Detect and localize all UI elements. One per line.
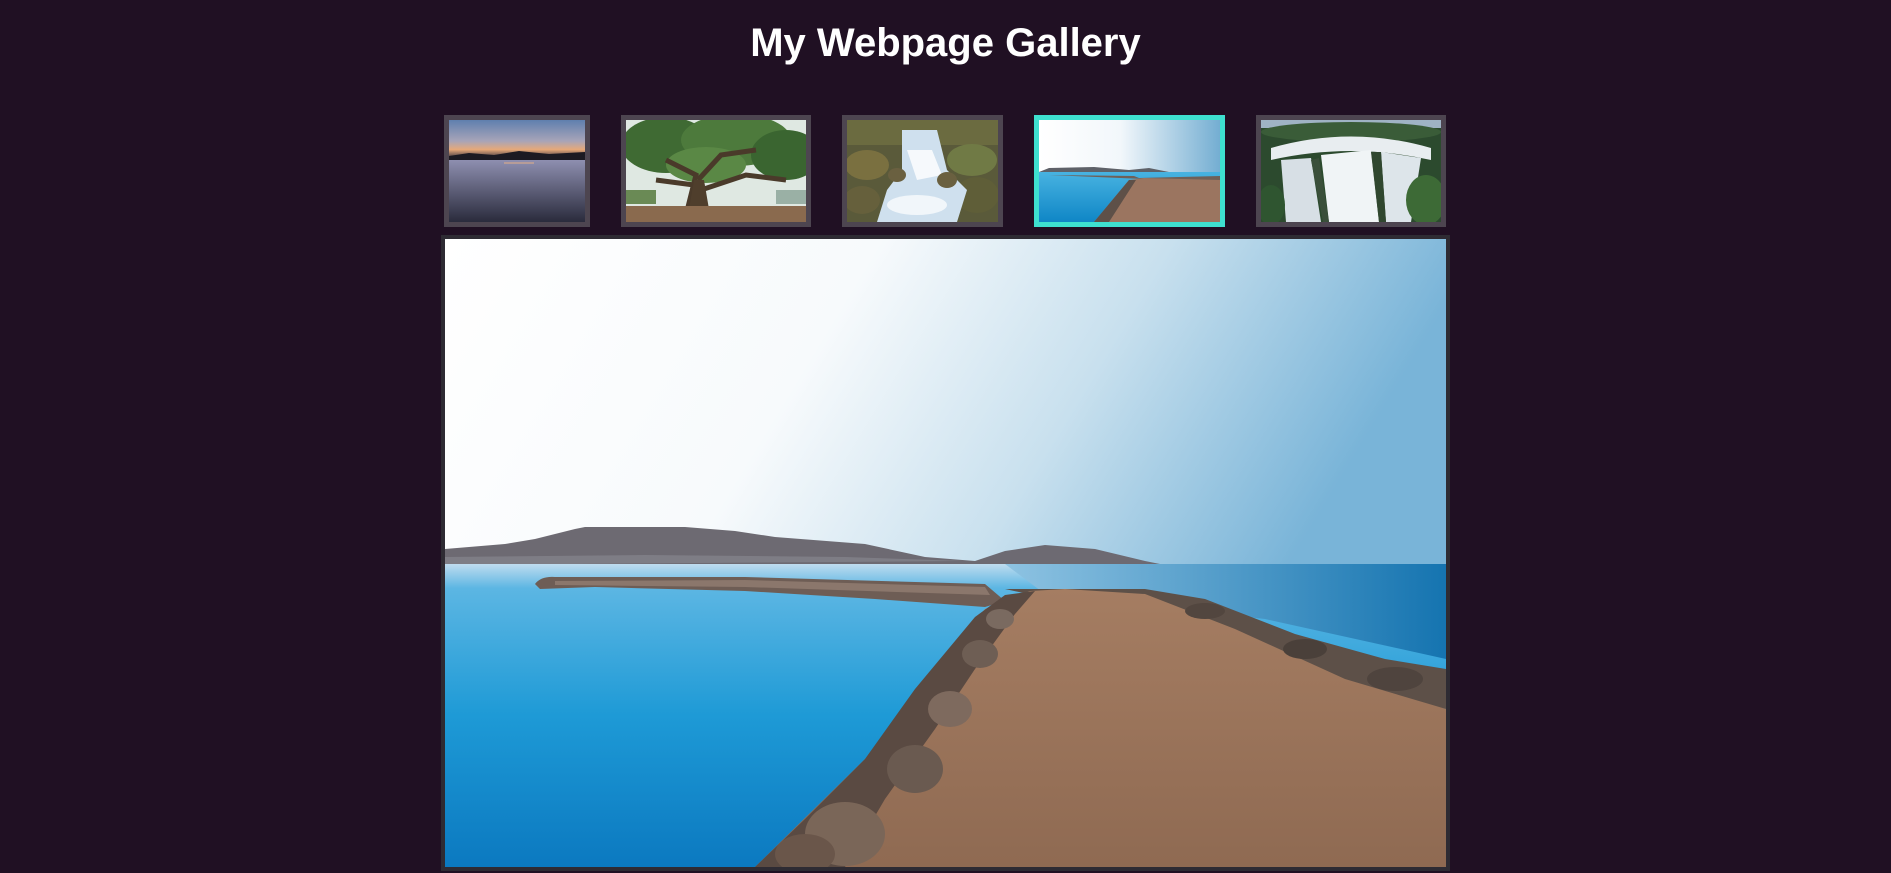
mossy-waterfall-image [847, 120, 998, 222]
thumbnail-lake-sunset[interactable] [444, 115, 590, 227]
thumbnail-seaside-jetty[interactable] [1034, 115, 1225, 227]
thumbnail-mossy-waterfall[interactable] [842, 115, 1003, 227]
wide-waterfall-image [1261, 120, 1441, 222]
seaside-jetty-thumb-image [1039, 120, 1220, 222]
lake-sunset-image [449, 120, 585, 222]
page-title: My Webpage Gallery [750, 21, 1141, 65]
oak-tree-image [626, 120, 806, 222]
thumbnail-oak-tree[interactable] [621, 115, 811, 227]
seaside-jetty-main-image [445, 239, 1446, 867]
thumbnail-wide-waterfall[interactable] [1256, 115, 1446, 227]
main-image-display [441, 235, 1450, 871]
